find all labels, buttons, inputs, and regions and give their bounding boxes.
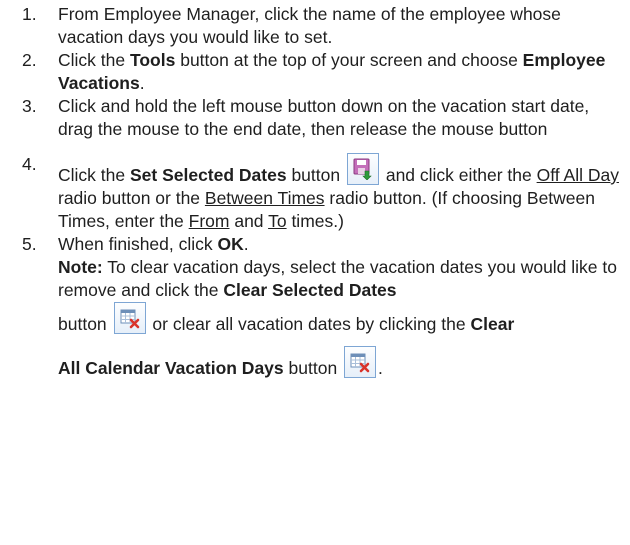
text-run: . <box>243 234 249 254</box>
note-paragraph: Note: To clear vacation days, select the… <box>58 256 626 302</box>
step-number: 1. <box>22 4 37 24</box>
step-text: Click the Tools button at the top of you… <box>58 49 626 95</box>
text-run: times.) <box>286 211 344 231</box>
step-number: 2. <box>22 50 37 70</box>
step-number: 3. <box>22 96 37 116</box>
step-text: When finished, click OK. <box>58 233 626 256</box>
text-run: . <box>378 358 383 378</box>
step-text: From Employee Manager, click the name of… <box>58 4 561 47</box>
step-number: 5. <box>22 234 37 254</box>
text-run: . <box>139 73 145 93</box>
step-text: Click and hold the left mouse button dow… <box>58 96 590 139</box>
text-run: and click either the <box>380 165 537 185</box>
text-run: radio button or the <box>58 188 205 208</box>
from-label: From <box>188 211 230 231</box>
calendar-clear-icon <box>113 302 146 334</box>
step-2: 2. Click the Tools button at the top of … <box>0 49 630 95</box>
text-run: button <box>286 165 345 185</box>
text-run: or clear all vacation dates by clicking … <box>147 314 471 334</box>
set-selected-dates-label: Set Selected Dates <box>129 165 287 185</box>
clear-all-calendar-vacation-days-label: All Calendar Vacation Days <box>58 358 284 378</box>
text-run: and <box>229 211 269 231</box>
text-run: When finished, click <box>58 234 218 254</box>
calendar-clear-all-icon <box>344 346 377 378</box>
text-run: button <box>283 358 343 378</box>
step-1: 1. From Employee Manager, click the name… <box>0 3 630 49</box>
step-3: 3. Click and hold the left mouse button … <box>0 95 630 141</box>
text-run: Click the <box>58 165 130 185</box>
text-run: button <box>58 314 112 334</box>
to-label: To <box>268 211 287 231</box>
off-all-day-label: Off All Day <box>536 165 619 185</box>
instructions-document: 1. From Employee Manager, click the name… <box>0 3 630 390</box>
save-arrow-icon <box>346 153 379 185</box>
tools-label: Tools <box>129 50 176 70</box>
step-number: 4. <box>22 154 37 174</box>
step-4: 4. Click the Set Selected Dates button a… <box>0 153 630 233</box>
text-run: Click the <box>58 50 130 70</box>
between-times-label: Between Times <box>204 188 325 208</box>
note-line: button or clear all vacation dates by cl… <box>58 302 626 346</box>
clear-label: Clear <box>470 314 515 334</box>
step-text: Click the Set Selected Dates button and … <box>58 153 626 233</box>
ok-label: OK <box>217 234 244 254</box>
step-5: 5. When finished, click OK. Note: To cle… <box>0 233 630 390</box>
note-label: Note: <box>58 257 103 277</box>
clear-selected-dates-label: Clear Selected Dates <box>223 280 397 300</box>
note-line: All Calendar Vacation Days button . <box>58 346 626 390</box>
text-run: button at the top of your screen and cho… <box>175 50 523 70</box>
